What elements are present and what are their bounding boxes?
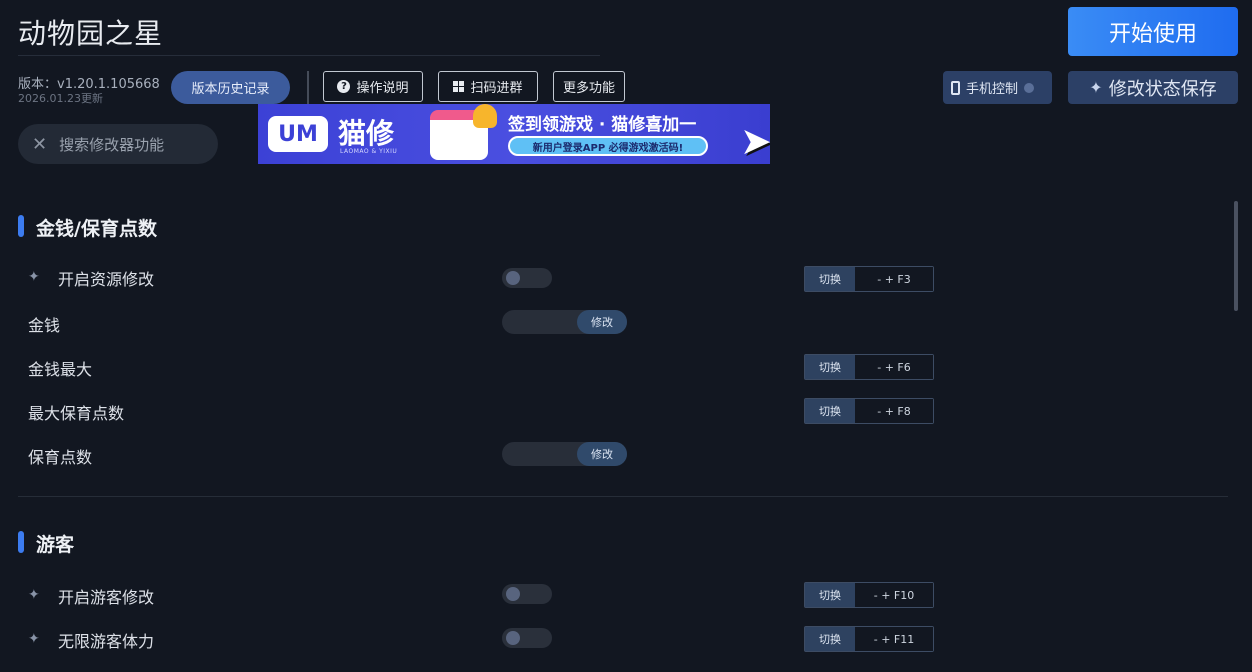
resource-mod-toggle[interactable]	[502, 268, 552, 288]
start-button[interactable]: 开始使用	[1068, 7, 1238, 56]
sparkle-icon: ✦	[28, 269, 40, 285]
modify-button[interactable]: 修改	[577, 310, 627, 334]
row-text: 开启游客修改	[58, 588, 155, 607]
banner-headline: 签到领游戏 · 猫修喜加一	[508, 115, 697, 135]
toolbar-divider	[307, 71, 309, 104]
sparkle-icon: ✦	[28, 631, 40, 647]
row-text: 保育点数	[28, 448, 93, 467]
hotkey-value: - + F11	[855, 627, 933, 651]
phone-icon	[951, 80, 960, 95]
promo-banner[interactable]: UM 猫修 LAOMAO & YIXIU 签到领游戏 · 猫修喜加一 新用户登录…	[258, 104, 770, 164]
section-marker	[18, 215, 24, 237]
guide-label: 操作说明	[356, 81, 409, 96]
points-value-field[interactable]: 修改	[502, 442, 627, 466]
info-dot-icon	[1024, 82, 1035, 93]
money-value-field[interactable]: 修改	[502, 310, 627, 334]
hotkey-visitor-mod[interactable]: 切换 - + F10	[804, 582, 934, 608]
hotkey-switch[interactable]: 切换	[805, 267, 855, 291]
banner-brand: 猫修	[338, 117, 395, 150]
toggle-knob	[506, 631, 520, 645]
row-text: 金钱	[28, 316, 61, 335]
guide-button[interactable]: ? 操作说明	[323, 71, 423, 102]
help-icon: ?	[337, 80, 351, 93]
hotkey-money-max[interactable]: 切换 - + F6	[804, 354, 934, 380]
section-marker	[18, 531, 24, 553]
save-state-button[interactable]: ✦ 修改状态保存	[1068, 71, 1238, 104]
row-label: 金钱最大	[28, 356, 92, 380]
hotkey-value: - + F10	[855, 583, 933, 607]
modify-button[interactable]: 修改	[577, 442, 627, 466]
search-placeholder: 搜索修改器功能	[59, 135, 165, 154]
row-label: ✦ 开启游客修改	[28, 584, 154, 608]
phone-label: 手机控制	[966, 82, 1019, 97]
phone-control-button[interactable]: 手机控制	[943, 71, 1052, 104]
version-history-button[interactable]: 版本历史记录	[171, 71, 290, 104]
hotkey-max-points[interactable]: 切换 - + F8	[804, 398, 934, 424]
bell-icon	[473, 104, 497, 128]
row-text: 无限游客体力	[58, 632, 155, 651]
section-divider	[18, 496, 1228, 497]
hotkey-switch[interactable]: 切换	[805, 583, 855, 607]
update-date: 2026.01.23更新	[18, 92, 103, 105]
scan-join-group-button[interactable]: 扫码进群	[438, 71, 538, 102]
hotkey-resource-mod[interactable]: 切换 - + F3	[804, 266, 934, 292]
hotkey-value: - + F3	[855, 267, 933, 291]
row-label: ✦ 开启资源修改	[28, 266, 154, 290]
row-text: 开启资源修改	[58, 270, 155, 289]
row-label: 最大保育点数	[28, 400, 124, 424]
hotkey-infinite-stamina[interactable]: 切换 - + F11	[804, 626, 934, 652]
toggle-knob	[506, 587, 520, 601]
tools-icon: ✕	[32, 133, 48, 155]
row-label: 保育点数	[28, 444, 92, 468]
section-title-visitors: 游客	[36, 534, 75, 556]
infinite-stamina-toggle[interactable]	[502, 628, 552, 648]
save-label: 修改状态保存	[1108, 78, 1217, 100]
hotkey-switch[interactable]: 切换	[805, 399, 855, 423]
qr-code-icon	[453, 81, 465, 92]
hotkey-value: - + F6	[855, 355, 933, 379]
app-title: 动物园之星	[18, 17, 164, 50]
brand-logo: UM	[268, 116, 328, 152]
sparkle-icon: ✦	[1089, 78, 1103, 97]
row-label: ✦ 无限游客体力	[28, 628, 154, 652]
section-title-money: 金钱/保育点数	[36, 218, 157, 240]
toggle-knob	[506, 271, 520, 285]
more-features-button[interactable]: 更多功能	[553, 71, 625, 102]
visitor-mod-toggle[interactable]	[502, 584, 552, 604]
scrollbar-thumb[interactable]	[1234, 201, 1238, 311]
banner-brand-sub: LAOMAO & YIXIU	[340, 148, 398, 155]
row-text: 最大保育点数	[28, 404, 125, 423]
hotkey-switch[interactable]: 切换	[805, 627, 855, 651]
banner-pill: 新用户登录APP 必得游戏激活码!	[508, 136, 708, 156]
hotkey-switch[interactable]: 切换	[805, 355, 855, 379]
sparkle-icon: ✦	[28, 587, 40, 603]
scan-label: 扫码进群	[470, 81, 523, 96]
search-bar[interactable]: ✕ 搜索修改器功能	[18, 124, 218, 164]
row-label: 金钱	[28, 312, 60, 336]
row-text: 金钱最大	[28, 360, 93, 379]
hotkey-value: - + F8	[855, 399, 933, 423]
title-underline	[18, 55, 600, 56]
cursor-icon: ➤	[740, 119, 770, 163]
